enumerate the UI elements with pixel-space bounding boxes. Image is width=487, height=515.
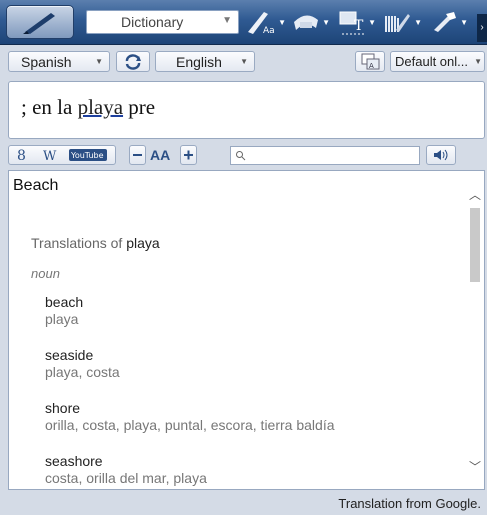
list-item: seashore costa, orilla del mar, playa — [45, 453, 207, 487]
main-toolbar: Dictionary ▼ Aa ▼ ▼ T ▼ ▼ ▼ › — [0, 0, 487, 45]
ocr-button[interactable]: T ▼ — [336, 8, 376, 36]
language-bar: Spanish ▼ English ▼ A Default onl... ▼ — [8, 51, 487, 73]
chevron-down-icon[interactable]: ﹀ — [469, 458, 481, 475]
translation-synonyms: orilla, costa, playa, puntal, escora, ti… — [45, 417, 335, 433]
translate-icon: A — [361, 53, 380, 70]
chevron-down-icon: ▼ — [414, 18, 422, 27]
highlighted-word[interactable]: playa — [78, 95, 123, 119]
results-scrollbar[interactable]: ︿ ﹀ — [465, 171, 484, 489]
translation-synonyms: playa — [45, 311, 79, 327]
dictionary-select[interactable]: Dictionary ▼ — [86, 10, 239, 34]
logo-pen-icon — [23, 13, 55, 34]
source-text-input[interactable]: ; en la playa pre — [8, 81, 485, 139]
status-text: Translation from Google. — [338, 496, 481, 511]
swap-languages-button[interactable] — [116, 51, 150, 72]
translations-term: playa — [126, 235, 160, 251]
translations-heading: Translations of playa — [31, 235, 160, 251]
tools-icon — [434, 12, 456, 32]
ocr-icon: T — [339, 11, 366, 35]
source-links-icons: 8 W YouTube — [17, 148, 107, 164]
chevron-down-icon: ▼ — [474, 57, 482, 66]
lookup-toolbar: 8 W YouTube AA — [8, 144, 485, 166]
wikipedia-icon: W — [43, 149, 57, 164]
translation-word: shore — [45, 400, 81, 416]
barcode-button[interactable]: ▼ — [382, 8, 422, 36]
translation-word: seaside — [45, 347, 94, 363]
capture-icon — [294, 15, 318, 30]
text-style-icon: Aa — [248, 12, 275, 36]
svg-text:YouTube: YouTube — [70, 151, 104, 160]
translation-synonyms: playa, costa — [45, 364, 120, 380]
source-text: ; en la playa pre — [21, 95, 155, 120]
expand-arrow-button[interactable]: › — [477, 14, 487, 42]
svg-text:T: T — [354, 18, 364, 34]
plus-icon — [184, 150, 193, 160]
part-of-speech: noun — [31, 266, 60, 281]
speak-button[interactable] — [426, 145, 456, 165]
capture-button[interactable]: ▼ — [290, 8, 330, 36]
translations-heading-label: Translations of — [31, 235, 123, 251]
chevron-down-icon: ▼ — [322, 18, 330, 27]
chevron-down-icon: ▼ — [240, 57, 248, 66]
translate-mode-button[interactable]: A — [355, 51, 385, 72]
svg-text:A: A — [369, 62, 374, 70]
dictionary-window: Dictionary ▼ Aa ▼ ▼ T ▼ ▼ ▼ › Spanish ▼ … — [0, 0, 487, 515]
dictionary-select-label: Dictionary — [121, 14, 184, 30]
list-item: seaside playa, costa — [45, 347, 120, 381]
output-mode-select[interactable]: Default onl... ▼ — [390, 51, 485, 72]
chevron-down-icon: ▼ — [278, 18, 286, 27]
chevron-up-icon[interactable]: ︿ — [469, 186, 481, 203]
list-item: shore orilla, costa, playa, puntal, esco… — [45, 400, 335, 434]
tools-button[interactable]: ▼ — [428, 8, 468, 36]
minus-icon — [133, 154, 142, 156]
app-logo-button[interactable] — [6, 5, 74, 39]
translation-synonyms: costa, orilla del mar, playa — [45, 470, 207, 486]
results-panel: Beach Translations of playa noun beach p… — [8, 170, 485, 490]
source-language-select[interactable]: Spanish ▼ — [8, 51, 110, 72]
swap-icon — [125, 54, 141, 70]
source-language-label: Spanish — [21, 54, 72, 70]
barcode-icon — [385, 14, 410, 32]
text-style-button[interactable]: Aa ▼ — [246, 8, 286, 36]
chevron-down-icon: ▼ — [222, 15, 232, 26]
search-icon — [236, 151, 246, 161]
search-input[interactable] — [230, 146, 420, 165]
translation-word: seashore — [45, 453, 103, 469]
chevron-down-icon: ▼ — [460, 18, 468, 27]
speaker-icon — [434, 149, 448, 161]
google-icon: 8 — [17, 148, 26, 164]
translation-word: beach — [45, 294, 84, 310]
source-text-before: ; en la — [21, 95, 78, 119]
scrollbar-thumb[interactable] — [470, 208, 480, 282]
chevron-down-icon: ▼ — [95, 57, 103, 66]
result-title: Beach — [13, 177, 59, 194]
target-language-label: English — [176, 54, 222, 70]
chevron-down-icon: ▼ — [368, 18, 376, 27]
source-text-after: pre — [123, 95, 156, 119]
decrease-font-button[interactable] — [129, 145, 146, 165]
svg-text:Aa: Aa — [263, 26, 275, 36]
list-item: beach playa — [45, 294, 83, 328]
target-language-select[interactable]: English ▼ — [155, 51, 255, 72]
output-mode-label: Default onl... — [395, 54, 468, 69]
increase-font-button[interactable] — [180, 145, 197, 165]
font-size-label: AA — [150, 147, 171, 163]
source-links-group: 8 W YouTube — [8, 145, 116, 165]
